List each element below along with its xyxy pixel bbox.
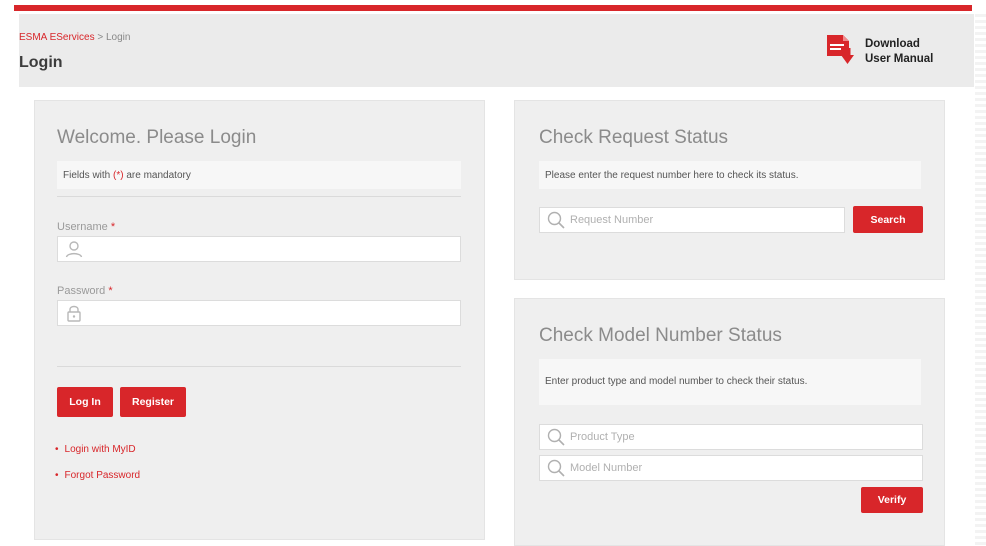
- login-title: Welcome. Please Login: [57, 127, 257, 148]
- forgot-password-link[interactable]: • Forgot Password: [55, 470, 140, 481]
- model-number-placeholder: Model Number: [570, 462, 643, 474]
- register-button[interactable]: Register: [120, 387, 186, 417]
- password-label: Password *: [57, 285, 113, 297]
- download-label: Download User Manual: [865, 37, 933, 67]
- search-icon: [547, 211, 565, 229]
- model-status-note: Enter product type and model number to c…: [539, 359, 921, 405]
- login-divider-top: [57, 196, 461, 197]
- mandatory-suffix: are mandatory: [126, 169, 191, 181]
- link-bullet: •: [55, 470, 59, 481]
- request-number-input[interactable]: Request Number: [539, 207, 845, 233]
- verify-button[interactable]: Verify: [861, 487, 923, 513]
- product-type-placeholder: Product Type: [570, 431, 635, 443]
- breadcrumb-current: Login: [106, 32, 131, 43]
- search-icon: [547, 459, 565, 477]
- login-divider-bottom: [57, 366, 461, 367]
- model-status-panel: Check Model Number Status Enter product …: [514, 298, 945, 546]
- forgot-password-label: Forgot Password: [64, 470, 141, 481]
- password-required-star: *: [108, 285, 113, 297]
- breadcrumb-separator: >: [94, 32, 106, 43]
- username-required-star: *: [110, 221, 116, 233]
- username-input[interactable]: [57, 236, 461, 262]
- password-label-text: Password: [57, 285, 106, 297]
- login-with-myid-label: Login with MyID: [64, 444, 136, 455]
- model-status-title: Check Model Number Status: [539, 325, 782, 346]
- mandatory-prefix: Fields with: [63, 169, 111, 181]
- request-status-panel: Check Request Status Please enter the re…: [514, 100, 945, 280]
- product-type-input[interactable]: Product Type: [539, 424, 923, 450]
- mandatory-mark: (*): [113, 169, 124, 181]
- login-button[interactable]: Log In: [57, 387, 113, 417]
- breadcrumb-home-link[interactable]: ESMA EServices: [19, 32, 95, 43]
- username-label-text: Username: [57, 221, 108, 233]
- model-number-input[interactable]: Model Number: [539, 455, 923, 481]
- request-status-title: Check Request Status: [539, 127, 729, 148]
- password-input[interactable]: [57, 300, 461, 326]
- file-pdf-icon: [827, 35, 854, 64]
- request-status-note: Please enter the request number here to …: [539, 161, 921, 189]
- page-title: Login: [19, 54, 63, 71]
- right-edge-pattern: [975, 14, 986, 546]
- search-icon: [547, 428, 565, 446]
- download-user-manual-button[interactable]: Download User Manual: [825, 34, 965, 72]
- download-label-line1: Download: [865, 38, 920, 50]
- mandatory-note: Fields with (*) are mandatory: [57, 161, 461, 189]
- top-accent-bar: [0, 0, 986, 13]
- top-red-stripe: [14, 5, 972, 11]
- page-header: ESMA EServices > Login Login Download Us…: [19, 14, 974, 87]
- lock-icon: [67, 305, 81, 322]
- login-panel: Welcome. Please Login Fields with (*) ar…: [34, 100, 485, 540]
- username-label: Username *: [57, 221, 115, 233]
- login-with-myid-link[interactable]: • Login with MyID: [55, 444, 136, 455]
- link-bullet: •: [55, 444, 59, 455]
- request-number-placeholder: Request Number: [570, 214, 654, 226]
- user-icon: [65, 241, 83, 258]
- download-label-line2: User Manual: [865, 53, 934, 65]
- breadcrumb: ESMA EServices > Login: [19, 32, 130, 43]
- search-button[interactable]: Search: [853, 206, 923, 233]
